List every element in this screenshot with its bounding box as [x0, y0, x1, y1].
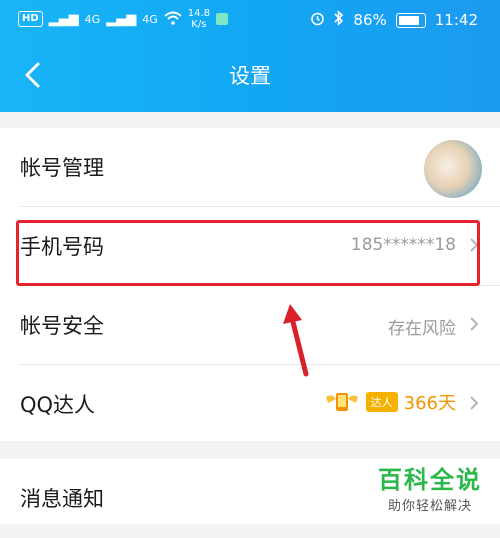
net-speed-unit: K/s	[191, 19, 207, 30]
battery-percent: 86%	[353, 11, 387, 29]
hd-indicator: HD	[18, 11, 43, 27]
expert-days-value: 366天	[403, 393, 456, 414]
chevron-right-icon	[470, 396, 479, 410]
row-qq-expert[interactable]: QQ达人 达人 366天	[0, 365, 500, 444]
wifi-icon	[164, 11, 182, 28]
alarm-icon	[310, 11, 325, 30]
watermark-subtitle: 助你轻松解决	[387, 499, 472, 514]
signal-icon-2: ▂▄▆	[106, 11, 137, 27]
row-account-security[interactable]: 帐号安全 存在风险	[0, 286, 500, 365]
bluetooth-icon	[334, 10, 344, 30]
header-bar: HD ▂▄▆ 4G ▂▄▆ 4G 14.8 K/s 86% 11:42 设置	[0, 0, 500, 112]
highlight-box	[16, 220, 480, 286]
expert-badge: 达人 366天	[324, 389, 456, 415]
annotation-arrow-icon	[283, 304, 309, 377]
page-title: 设置	[229, 64, 271, 88]
row-label: 帐号安全	[20, 314, 104, 338]
notification-app-icon	[216, 13, 228, 25]
row-label: QQ达人	[20, 393, 96, 417]
chevron-right-icon	[470, 317, 479, 331]
battery-icon	[395, 12, 426, 28]
row-label: 帐号管理	[20, 156, 104, 180]
avatar	[424, 140, 482, 198]
network-type-2: 4G	[142, 12, 158, 26]
security-status-value: 存在风险	[388, 319, 456, 339]
clock: 11:42	[434, 11, 478, 29]
expert-tag: 达人	[365, 392, 398, 412]
status-bar: HD ▂▄▆ 4G ▂▄▆ 4G 14.8 K/s 86% 11:42	[0, 0, 500, 40]
signal-icon: ▂▄▆	[48, 11, 79, 27]
watermark: 百科全说 助你轻松解决	[378, 460, 482, 514]
row-label: 消息通知	[20, 487, 104, 511]
winged-phone-icon	[325, 393, 358, 411]
row-account-management[interactable]: 帐号管理	[0, 128, 500, 207]
watermark-title: 百科全说	[378, 466, 482, 494]
net-speed-value: 14.8	[187, 8, 210, 19]
net-speed: 14.8 K/s	[188, 8, 210, 30]
network-type-1: 4G	[84, 12, 101, 26]
